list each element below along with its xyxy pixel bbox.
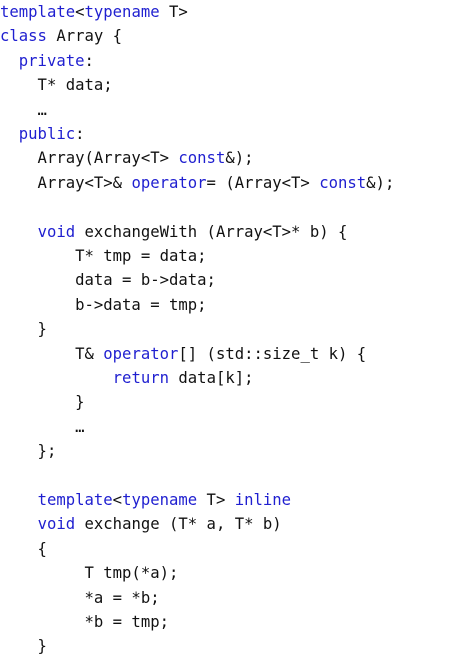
code-line: T* tmp = data; [0,244,207,268]
code-text: Array { [46,27,123,46]
code-text: { [0,539,47,558]
code-line: return data[k]; [0,366,254,390]
code-text: } [0,393,85,412]
code-text: Array<T>& [0,173,132,192]
code-keyword: operator [103,344,179,363]
code-text: data[k]; [169,369,254,387]
code-text: &); [366,173,395,192]
code-text: : [84,51,94,70]
code-text: T> [159,3,188,21]
code-text: Array(Array<T> [0,149,179,168]
code-keyword: return [112,369,170,387]
code-text: } [0,320,47,339]
code-text: b->data = tmp; [0,295,207,314]
code-line: } [0,634,47,658]
code-line: … [0,98,47,122]
code-line: *b = tmp; [0,610,169,634]
code-line: … [0,415,85,439]
code-text: exchange (T* a, T* b) [75,515,282,534]
code-line: T tmp(*a); [0,561,178,585]
code-text: data = b->data; [0,271,216,290]
code-keyword: void [37,515,76,534]
code-text: *b = tmp; [0,613,169,631]
code-line: }; [0,439,57,463]
code-line: { [0,537,47,561]
code-line: Array<T>& operator= (Array<T> const&); [0,171,395,195]
code-line: template<typename T> [0,0,188,24]
code-line: class Array { [0,24,122,48]
code-text: *a = *b; [0,588,160,607]
code-keyword: public [18,125,76,143]
code-line: } [0,390,85,414]
code-keyword: const [319,173,367,192]
code-line: data = b->data; [0,268,216,292]
code-keyword: typename [122,491,198,509]
code-line: void exchange (T* a, T* b) [0,512,282,536]
code-keyword: template [37,491,113,509]
code-keyword: operator [131,173,207,192]
code-line: public: [0,122,85,146]
code-text: T* tmp = data; [0,247,207,265]
code-text: T& [0,344,104,363]
code-text: < [75,3,85,21]
code-line: b->data = tmp; [0,293,207,317]
code-keyword: typename [84,3,160,21]
code-line: T* data; [0,73,113,97]
code-line: *a = *b; [0,586,160,610]
code-text: [] (std::size_t k) { [178,344,367,363]
code-text: = (Array<T> [206,173,320,192]
code-keyword: inline [234,491,292,509]
code-line: } [0,317,47,341]
code-text: exchangeWith (Array<T>* b) { [75,222,348,241]
code-text: T> [197,491,235,509]
code-keyword: class [0,27,47,46]
code-text: }; [0,442,57,461]
code-text: … [0,100,47,119]
code-keyword: template [0,3,76,21]
code-line: void exchangeWith (Array<T>* b) { [0,220,348,244]
code-text: : [75,125,85,143]
code-text: … [0,417,85,436]
code-line: Array(Array<T> const&); [0,146,254,170]
code-keyword: const [178,149,226,168]
code-text: T* data; [0,76,113,95]
code-text: T tmp(*a); [0,564,179,583]
code-text: < [112,491,123,509]
code-listing: template<typename T> class Array { privat… [0,0,454,658]
code-line: template<typename T> inline [0,488,292,512]
code-text: &); [225,149,254,168]
code-keyword: void [37,222,76,241]
code-keyword: private [18,51,85,70]
code-line: T& operator[] (std::size_t k) { [0,342,366,366]
code-line: private: [0,49,94,73]
code-text: } [0,637,47,656]
